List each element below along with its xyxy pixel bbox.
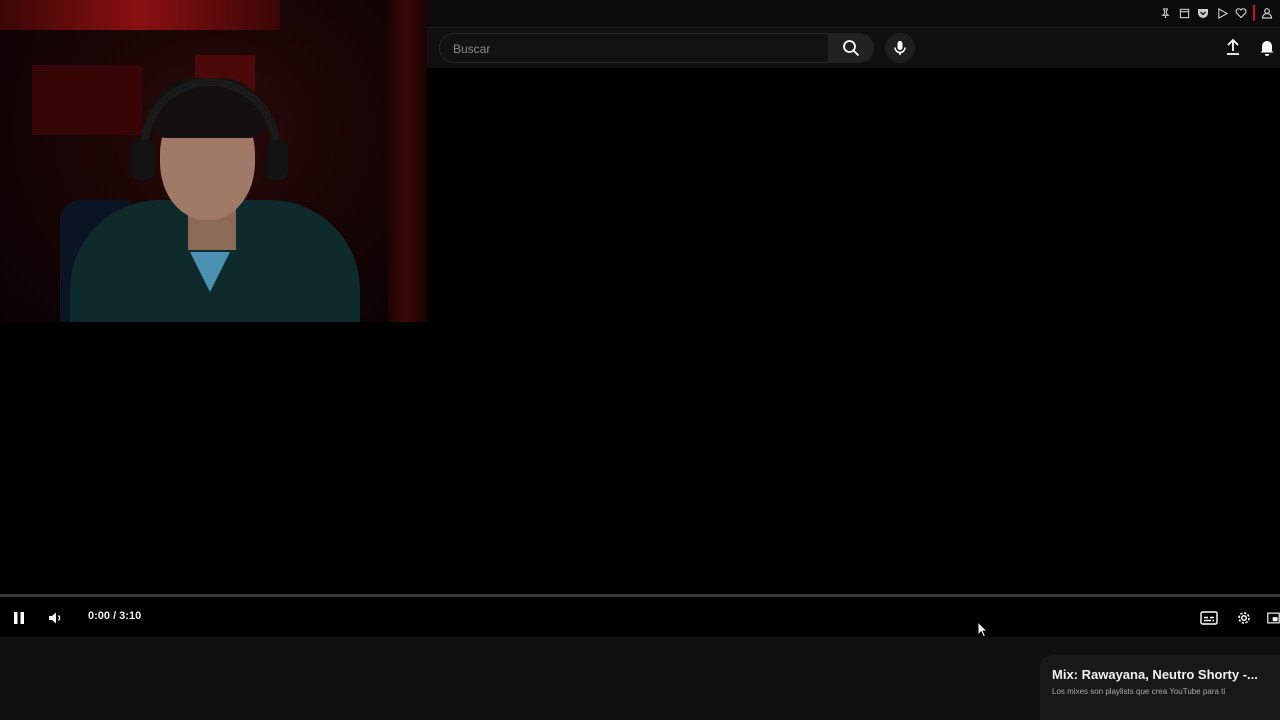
mix-title: Mix: Rawayana, Neutro Shorty -... bbox=[1052, 667, 1258, 682]
cam-headset-ear-left bbox=[132, 140, 154, 180]
video-area[interactable] bbox=[0, 322, 1280, 592]
mix-subtitle: Los mixes son playlists que crea YouTube… bbox=[1052, 687, 1226, 696]
profile-icon[interactable] bbox=[1260, 6, 1274, 20]
search-box bbox=[439, 33, 829, 63]
notifications-button[interactable] bbox=[1256, 36, 1278, 58]
tab-icon[interactable] bbox=[1177, 6, 1191, 20]
upload-icon bbox=[1227, 38, 1239, 55]
search-input[interactable] bbox=[451, 41, 815, 57]
bell-icon bbox=[1260, 41, 1274, 56]
pocket-icon[interactable] bbox=[1196, 6, 1210, 20]
cam-red-light bbox=[0, 0, 280, 30]
player-controls: 0:00 / 3:10 bbox=[0, 600, 1280, 636]
voice-search-button[interactable] bbox=[885, 33, 915, 63]
cam-headset-ear-right bbox=[266, 140, 288, 180]
pin-icon[interactable] bbox=[1158, 6, 1172, 20]
settings-button[interactable] bbox=[1233, 607, 1255, 629]
settings-icon bbox=[1238, 612, 1250, 624]
miniplayer-icon bbox=[1267, 612, 1280, 624]
miniplayer-button[interactable] bbox=[1267, 607, 1280, 629]
cam-curtain bbox=[387, 0, 427, 322]
search-icon bbox=[843, 40, 860, 57]
subtitles-button[interactable] bbox=[1198, 607, 1220, 629]
subtitles-icon bbox=[1200, 611, 1218, 625]
mouse-cursor bbox=[977, 620, 989, 643]
pause-button[interactable] bbox=[8, 607, 30, 629]
volume-icon bbox=[49, 612, 61, 624]
youtube-header bbox=[427, 28, 1280, 68]
heart-icon[interactable] bbox=[1234, 6, 1248, 20]
mix-playlist-card[interactable]: Mix: Rawayana, Neutro Shorty -... Los mi… bbox=[1040, 655, 1280, 720]
volume-button[interactable] bbox=[45, 607, 67, 629]
pause-icon bbox=[14, 612, 24, 624]
upload-button[interactable] bbox=[1222, 36, 1244, 58]
browser-extension-bar bbox=[427, 0, 1280, 28]
webcam-overlay bbox=[0, 0, 427, 322]
time-display: 0:00 / 3:10 bbox=[88, 610, 142, 622]
toolbar-separator bbox=[1253, 5, 1255, 21]
search-button[interactable] bbox=[828, 33, 874, 63]
mic-icon bbox=[894, 41, 906, 55]
cam-poster bbox=[32, 65, 142, 135]
play-icon[interactable] bbox=[1215, 6, 1229, 20]
progress-bar[interactable] bbox=[0, 594, 1280, 597]
